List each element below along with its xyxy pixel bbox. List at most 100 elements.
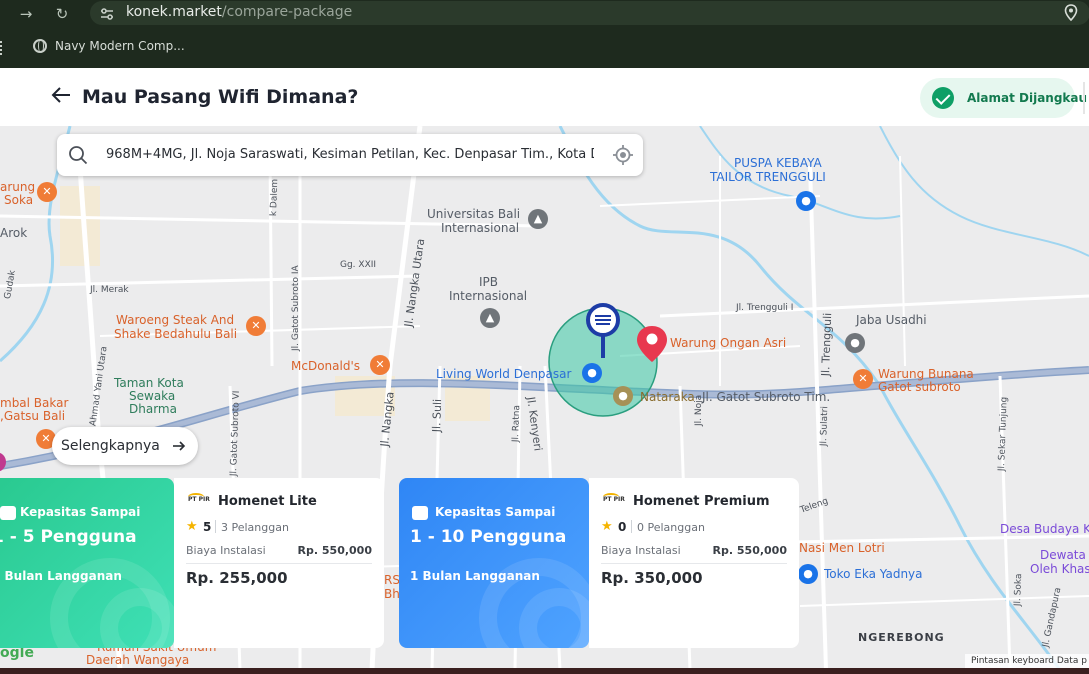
capacity-label: Kepasitas Sampai [20, 505, 141, 519]
street-label: k Dalem [268, 178, 281, 217]
map-label: Bh [384, 587, 400, 601]
bookmark-label: Navy Modern Comp... [55, 39, 185, 53]
apps-icon[interactable] [0, 41, 3, 55]
map-label: Dharma [129, 402, 177, 416]
installation-fee-label: Biaya Instalasi [186, 544, 266, 557]
installation-fee-value: Rp. 550,000 [712, 544, 787, 557]
map-label: Gg. XXII [340, 260, 377, 270]
street-label: Jl. Suli [430, 398, 445, 433]
rating-value: 0 [618, 520, 627, 534]
star-icon: ★ [601, 519, 613, 534]
map-label: Nasi Men Lotri [799, 541, 885, 555]
reload-icon[interactable]: ↻ [52, 4, 72, 24]
place-icon[interactable]: ● [845, 333, 865, 353]
installation-fee-label: Biaya Instalasi [601, 544, 681, 557]
coverage-status-label: Alamat Dijangkau [967, 91, 1088, 105]
map-label: Waroeng Steak And [116, 313, 235, 327]
bookmarks-bar: Navy Modern Comp... [0, 28, 1089, 68]
url-text: konek.market/compare-package [126, 4, 353, 20]
restaurant-icon[interactable]: ✕ [370, 355, 390, 375]
street-label: Jl. Ratna [510, 404, 523, 443]
package-card-highlight[interactable] [0, 478, 174, 648]
map-label: Gatot subroto [878, 380, 961, 394]
capacity-users: 1 - 5 Pengguna [0, 527, 137, 547]
divider [631, 520, 632, 533]
cafe-icon[interactable]: ● [613, 386, 633, 406]
restaurant-icon[interactable]: ✕ [37, 182, 57, 202]
school-icon[interactable]: ▲ [480, 308, 500, 328]
map-label: Daerah Wangaya [86, 653, 190, 667]
map-label: ,Gatsu Bali [0, 409, 66, 423]
address-search-input[interactable]: 968M+4MG, Jl. Noja Saraswati, Kesiman Pe… [106, 147, 594, 162]
router-icon [0, 506, 16, 520]
divider [186, 563, 372, 564]
map-label: Oleh Khas [1030, 562, 1089, 576]
map-label: Jl. Gatot Subroto Tim. [702, 390, 831, 404]
selected-location-pin-icon[interactable] [634, 324, 670, 364]
street-label: Jl. Gatot Subroto IA [291, 265, 301, 351]
school-icon[interactable]: ▲ [528, 209, 548, 229]
map-label: Jl. Merak [90, 285, 129, 295]
browser-address-bar: → ↻ konek.market/compare-package [0, 0, 1089, 28]
map-label: McDonald's [291, 359, 360, 373]
map-label: IPB [479, 275, 499, 289]
street-label: Jl. Sekar Tunjung [996, 396, 1010, 472]
map-label: Jaba Usadhi [856, 313, 927, 327]
package-name: Homenet Premium [633, 494, 770, 509]
header-divider [1083, 82, 1085, 114]
package-price: Rp. 255,000 [186, 569, 288, 587]
see-more-label: Selengkapnya [61, 438, 160, 454]
map-label: Universitas Bali [427, 207, 521, 221]
map-label: NGEREBONG [858, 631, 945, 644]
divider [215, 520, 216, 533]
map-label: Nataraka [640, 390, 695, 404]
restaurant-icon[interactable]: ✕ [246, 316, 266, 336]
my-location-icon[interactable] [612, 144, 634, 166]
package-price: Rp. 350,000 [601, 569, 703, 587]
search-icon [69, 146, 88, 165]
installation-fee-value: Rp. 550,000 [297, 544, 372, 557]
map-label: TAILOR TRENGGULI [710, 170, 826, 184]
map-label: PUSPA KEBAYA [734, 156, 822, 170]
site-settings-icon[interactable] [99, 6, 115, 22]
arrow-right-icon [173, 441, 186, 451]
globe-icon [33, 39, 47, 53]
router-icon [412, 506, 428, 520]
map-attribution[interactable]: Pintasan keyboard Data p [965, 654, 1089, 668]
bookmark-item[interactable]: Navy Modern Comp... [33, 39, 185, 53]
google-logo: ogle [0, 645, 34, 661]
star-icon: ★ [186, 519, 198, 534]
page-title: Mau Pasang Wifi Dimana? [82, 86, 359, 108]
street-label: Jl. Sulatri [818, 406, 831, 447]
restaurant-icon[interactable]: ✕ [853, 369, 873, 389]
shop-icon[interactable]: ● [796, 191, 816, 211]
map-label: Shake Bedahulu Bali [114, 327, 238, 341]
map-label: Desa Budaya K [1000, 522, 1089, 536]
subscription-duration: 1 Bulan Langganan [0, 569, 122, 583]
shopping-mall-icon[interactable]: ● [582, 363, 602, 383]
map-label: Internasional [449, 289, 528, 303]
map-label: Arok [0, 226, 28, 240]
location-pin-icon[interactable] [1064, 4, 1078, 22]
check-circle-icon [932, 87, 954, 109]
provider-logo: PT PIR [188, 493, 210, 506]
customer-count: 3 Pelanggan [221, 521, 289, 534]
map-label: Warung Ongan Asri [670, 336, 787, 350]
capacity-label: Kepasitas Sampai [435, 505, 556, 519]
map-label: Jl. Trengguli I [736, 303, 794, 313]
capacity-users: 1 - 10 Pengguna [410, 527, 567, 547]
map-label: Living World Denpasar [436, 367, 572, 381]
shop-icon[interactable]: ● [798, 564, 818, 584]
forward-icon[interactable]: → [16, 4, 36, 24]
map-label: Dewata [1040, 548, 1086, 562]
map-label: Toko Eka Yadnya [824, 567, 923, 581]
taskbar-edge [0, 668, 1089, 674]
subscription-duration: 1 Bulan Langganan [410, 569, 540, 583]
street-label: Jl. Trengguli [819, 312, 835, 377]
provider-pin-icon[interactable] [585, 302, 621, 362]
map-label: Soka [4, 193, 34, 207]
package-name: Homenet Lite [218, 494, 317, 509]
provider-logo: PT PIR [603, 493, 625, 506]
package-card-highlight[interactable] [399, 478, 589, 648]
back-arrow-icon[interactable] [50, 85, 72, 105]
